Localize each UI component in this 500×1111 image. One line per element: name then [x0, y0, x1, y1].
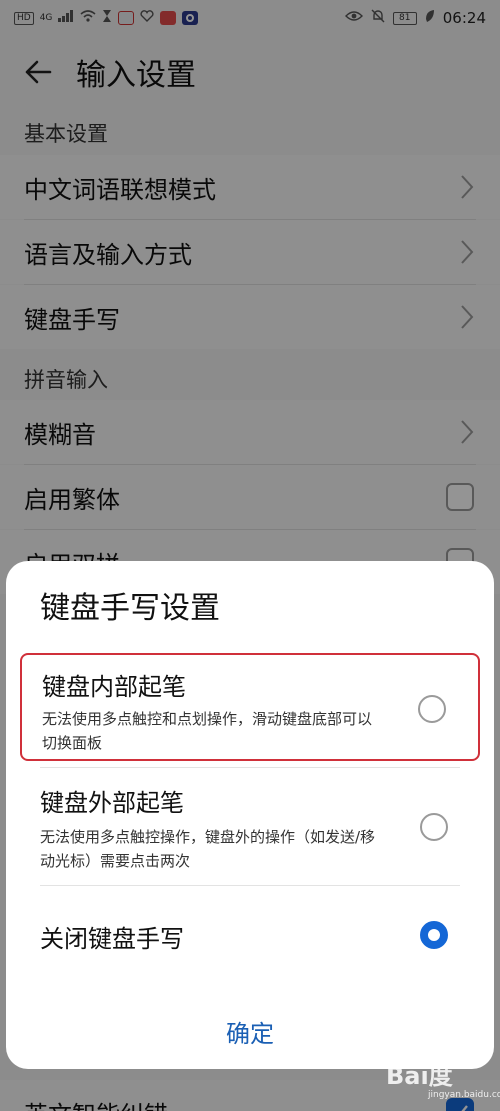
- option-outside-keyboard[interactable]: 键盘外部起笔 无法使用多点触控操作，键盘外的操作（如发送/移动光标）需要点击两次: [20, 773, 480, 885]
- option-disable-handwriting[interactable]: 关闭键盘手写: [20, 891, 480, 971]
- option-divider: [40, 885, 460, 886]
- option-divider: [40, 767, 460, 768]
- option-title: 关闭键盘手写: [40, 925, 184, 953]
- radio-disable-handwriting[interactable]: [420, 921, 448, 949]
- radio-inside-keyboard[interactable]: [418, 695, 446, 723]
- handwriting-settings-dialog: 键盘手写设置 键盘内部起笔 无法使用多点触控和点划操作，滑动键盘底部可以切换面板…: [6, 561, 494, 1069]
- dialog-title: 键盘手写设置: [40, 591, 220, 626]
- option-inside-keyboard[interactable]: 键盘内部起笔 无法使用多点触控和点划操作，滑动键盘底部可以切换面板: [20, 653, 480, 761]
- option-title: 键盘内部起笔: [42, 673, 186, 701]
- confirm-button[interactable]: 确定: [6, 1001, 494, 1061]
- option-description: 无法使用多点触控操作，键盘外的操作（如发送/移动光标）需要点击两次: [40, 828, 376, 870]
- watermark-logo: Bai度: [386, 1062, 453, 1090]
- option-description: 无法使用多点触控和点划操作，滑动键盘底部可以切换面板: [42, 710, 373, 752]
- option-title: 键盘外部起笔: [40, 789, 184, 817]
- baidu-watermark: Bai度 jingyan.baidu.com: [386, 1056, 500, 1106]
- watermark-url: jingyan.baidu.com: [428, 1090, 500, 1100]
- radio-outside-keyboard[interactable]: [420, 813, 448, 841]
